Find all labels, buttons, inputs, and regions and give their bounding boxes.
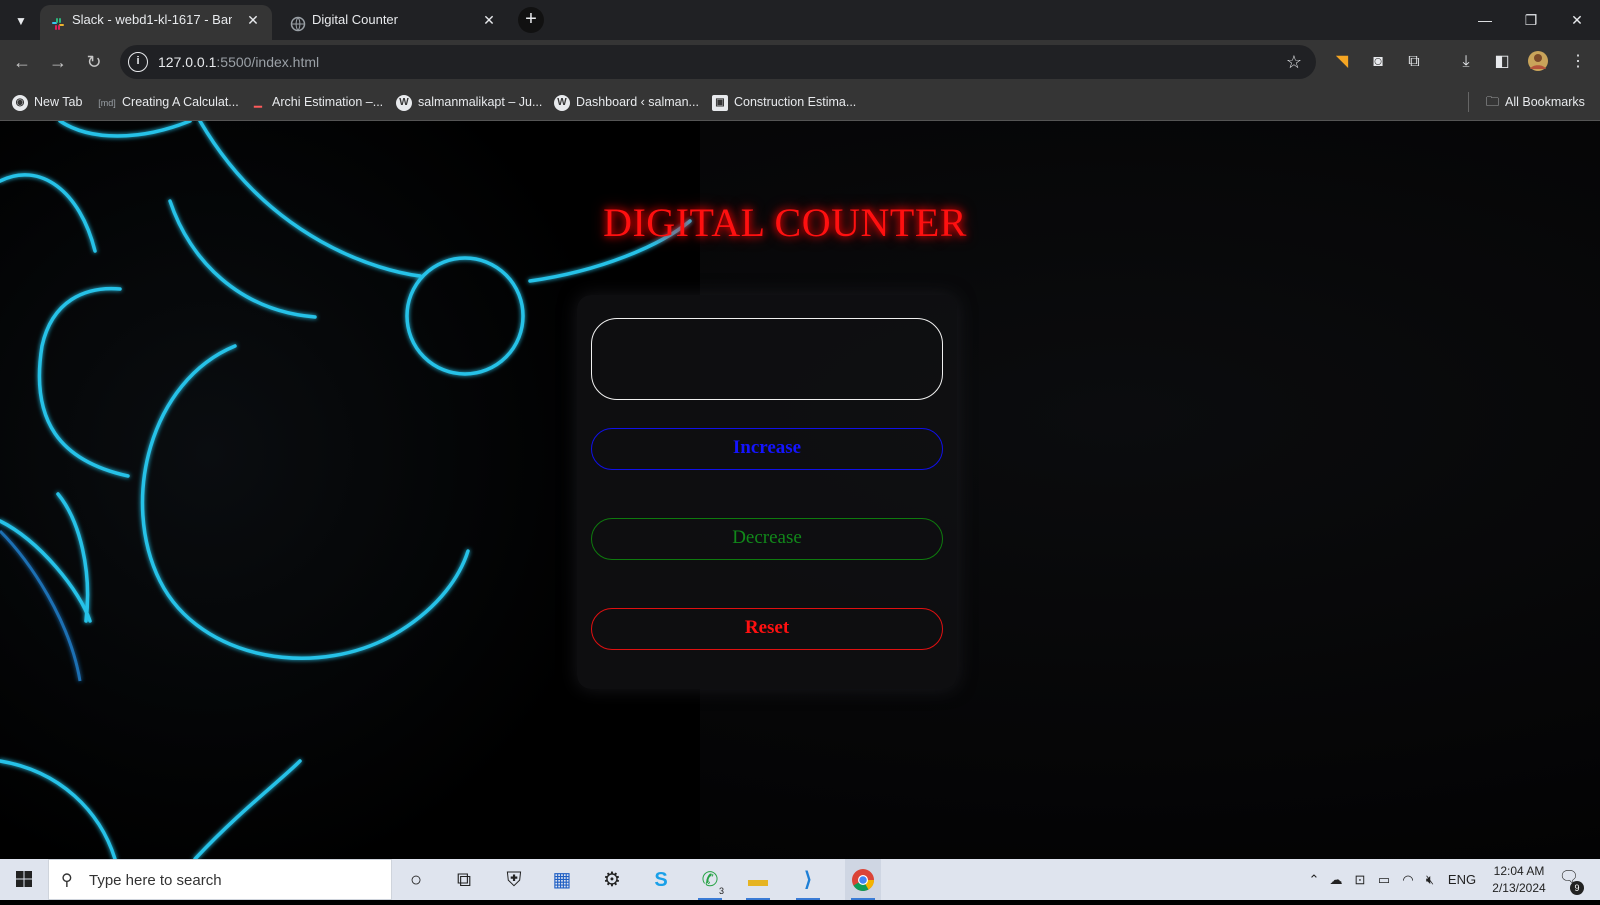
bookmark-salmanmalikapt[interactable]: Wsalmanmalikapt – Ju... — [396, 84, 542, 120]
windows-taskbar: ⚲ Type here to search ○ ⧉ ⛨ ▦ ⚙ S ✆ 3 ▬ ⟩… — [0, 859, 1600, 900]
bookmark-star-icon[interactable]: ☆ — [1286, 45, 1302, 79]
new-tab-button[interactable]: + — [518, 7, 544, 33]
file-explorer-icon[interactable]: ▬ — [742, 864, 774, 900]
cortana-icon[interactable]: ○ — [400, 864, 432, 896]
bookmarks-bar: ◉ New Tab [md] Creating A Calculat... ▁ Arc… — [0, 84, 1600, 121]
network-alert-icon[interactable]: ⊡ — [1350, 859, 1370, 900]
all-bookmarks[interactable]: 🗀 All Bookmarks — [1486, 84, 1585, 120]
pdf-icon: ▁ — [254, 96, 262, 108]
whatsapp-badge: 3 — [715, 885, 728, 898]
reload-icon[interactable]: ↻ — [80, 48, 108, 76]
clock[interactable]: 12:04 AM 2/13/2024 — [1486, 863, 1552, 897]
globe-icon: ◉ — [12, 94, 28, 111]
language-indicator[interactable]: ENG — [1444, 859, 1480, 900]
bookmark-new-tab[interactable]: ◉ New Tab — [12, 84, 82, 120]
page-title: DIGITAL COUNTER — [0, 199, 1600, 246]
search-placeholder: Type here to search — [89, 872, 222, 889]
skype-icon[interactable]: S — [645, 864, 677, 896]
side-panel-icon[interactable]: ◧ — [1490, 50, 1514, 74]
clock-date: 2/13/2024 — [1492, 881, 1546, 895]
tray-overflow-chevron-icon[interactable]: ⌃ — [1306, 859, 1322, 900]
notifications-icon[interactable]: 🗨︎ 9 — [1556, 867, 1584, 895]
increase-button[interactable]: Increase — [591, 428, 943, 470]
slack-icon — [50, 13, 66, 30]
chrome-menu-icon[interactable]: ⋮ — [1566, 50, 1590, 74]
browser-window: ▼ Slack - webd1-kl-1617 - Bano C ✕ Digit… — [0, 0, 1600, 121]
page-title-text: DIGITAL COUNTER — [603, 200, 967, 245]
address-bar[interactable]: i 127.0.0.1:5500/index.html ☆ — [120, 45, 1316, 79]
site-info-icon[interactable]: i — [128, 52, 148, 72]
security-shield-icon[interactable]: ⛨ — [498, 864, 530, 896]
notification-badge: 9 — [1570, 881, 1584, 895]
task-view-icon[interactable]: ⧉ — [448, 864, 480, 896]
bookmark-construction-estimating[interactable]: ▣ Construction Estima... — [712, 84, 856, 120]
minimize-icon[interactable]: — — [1462, 0, 1508, 40]
browser-toolbar: ← → ↻ i 127.0.0.1:5500/index.html ☆ ◥ ◙ … — [0, 40, 1600, 84]
tab-search-chevron-icon[interactable]: ▼ — [10, 10, 32, 32]
search-icon: ⚲ — [61, 872, 73, 889]
tab-title: Slack - webd1-kl-1617 - Bano C — [72, 12, 232, 27]
bookmark-dashboard[interactable]: W Dashboard ‹ salman... — [554, 84, 699, 120]
restore-icon[interactable]: ❐ — [1508, 0, 1554, 40]
bookmark-creating-calculator[interactable]: [md] Creating A Calculat... — [98, 84, 239, 120]
globe-icon — [290, 13, 306, 32]
back-icon[interactable]: ← — [8, 48, 36, 76]
bookmarks-divider — [1468, 92, 1469, 112]
download-icon[interactable]: ⤓ — [1454, 50, 1478, 74]
settings-gear-icon[interactable]: ⚙ — [596, 864, 628, 896]
onedrive-icon[interactable]: ☁ — [1326, 859, 1346, 900]
profile-avatar-icon[interactable] — [1526, 50, 1550, 74]
extensions-icon[interactable]: ⧉ — [1402, 50, 1426, 74]
wifi-icon[interactable]: ◠ — [1398, 859, 1418, 900]
windows-start-icon[interactable] — [0, 859, 48, 900]
tab-close-icon[interactable]: ✕ — [480, 5, 498, 35]
close-window-icon[interactable]: ✕ — [1554, 0, 1600, 40]
tab-strip: ▼ Slack - webd1-kl-1617 - Bano C ✕ Digit… — [0, 0, 1600, 40]
clock-time: 12:04 AM — [1493, 864, 1545, 878]
whatsapp-icon[interactable]: ✆ 3 — [694, 864, 728, 900]
forward-icon[interactable]: → — [44, 48, 72, 76]
decrease-button[interactable]: Decrease — [591, 518, 943, 560]
tab-digital-counter[interactable]: Digital Counter ✕ — [280, 5, 508, 40]
url-text: 127.0.0.1:5500/index.html — [158, 54, 320, 70]
reset-button[interactable]: Reset — [591, 608, 943, 650]
bookmark-archi-estimation[interactable]: ▁ Archi Estimation –... — [250, 84, 383, 120]
counter-display — [591, 318, 943, 400]
vscode-icon[interactable]: ⟩ — [792, 864, 824, 900]
tab-slack[interactable]: Slack - webd1-kl-1617 - Bano C ✕ — [40, 5, 272, 40]
page-viewport: DIGITAL COUNTER — [0, 121, 1600, 859]
taskbar-search-box[interactable]: ⚲ Type here to search — [48, 859, 392, 900]
camera-icon[interactable]: ◙ — [1366, 50, 1390, 74]
volume-muted-icon[interactable]: 🔇︎ — [1420, 859, 1440, 900]
microsoft-store-icon[interactable]: ▦ — [546, 864, 578, 896]
wordpress-icon: W — [554, 94, 570, 111]
site-icon: ▣ — [712, 94, 728, 111]
tab-title: Digital Counter — [312, 12, 398, 27]
battery-icon[interactable]: ▭ — [1374, 859, 1394, 900]
rss-icon[interactable]: ◥ — [1330, 50, 1354, 74]
wordpress-icon: W — [396, 94, 412, 111]
md-icon: [md] — [98, 97, 116, 108]
tab-close-icon[interactable]: ✕ — [244, 5, 262, 35]
folder-icon: 🗀 — [1486, 94, 1500, 109]
chrome-icon[interactable] — [847, 864, 879, 900]
